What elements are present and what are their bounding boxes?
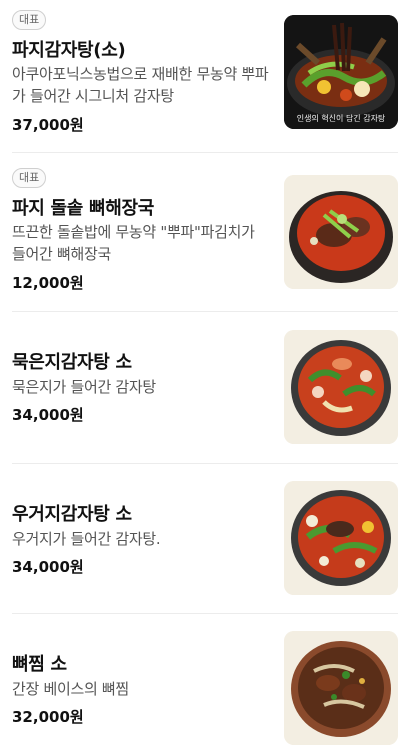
- menu-item-name: 묵은지감자탕 소: [12, 352, 132, 373]
- menu-item-ugeoji-gamjatang[interactable]: 우거지감자탕 소 우거지가 들어간 감자탕. 34,000원: [12, 474, 398, 614]
- menu-item-image[interactable]: [284, 631, 398, 745]
- menu-item-price: 12,000원: [12, 274, 84, 292]
- menu-item-price: 37,000원: [12, 116, 84, 134]
- menu-item-image[interactable]: [284, 330, 398, 444]
- menu-item-ppyeojjim[interactable]: 뼈찜 소 간장 베이스의 뼈찜 32,000원: [12, 624, 398, 754]
- menu-item-mukeunji-gamjatang[interactable]: 묵은지감자탕 소 묵은지가 들어간 감자탕 34,000원: [12, 322, 398, 464]
- menu-item-image[interactable]: [284, 175, 398, 289]
- menu-item-price: 32,000원: [12, 708, 84, 726]
- menu-item-name: 뼈찜 소: [12, 654, 67, 675]
- menu-item-image[interactable]: 인생의 혁신이 담긴 감자탕: [284, 15, 398, 129]
- menu-item-name: 파지감자탕(소): [12, 40, 126, 61]
- menu-item-description: 간장 베이스의 뼈찜: [12, 680, 129, 698]
- image-caption: 인생의 혁신이 담긴 감자탕: [297, 113, 386, 123]
- menu-item-description: 아쿠아포닉스농법으로 재배한 무농약 뿌파가 들어간 시그니처 감자탕: [12, 65, 269, 105]
- menu-item-pajigamjatang[interactable]: 대표 파지감자탕(소) 아쿠아포닉스농법으로 재배한 무농약 뿌파가 들어간 시…: [12, 8, 398, 153]
- menu-item-price: 34,000원: [12, 558, 84, 576]
- menu-item-name: 우거지감자탕 소: [12, 504, 132, 525]
- signature-badge: 대표: [12, 168, 47, 188]
- menu-item-description: 묵은지가 들어간 감자탕: [12, 378, 156, 396]
- menu-item-price: 34,000원: [12, 406, 84, 424]
- menu-item-name: 파지 돌솥 뼈해장국: [12, 198, 155, 219]
- menu-list: 대표 파지감자탕(소) 아쿠아포닉스농법으로 재배한 무농약 뿌파가 들어간 시…: [0, 0, 410, 754]
- menu-item-image[interactable]: [284, 481, 398, 595]
- menu-item-description: 우거지가 들어간 감자탕.: [12, 530, 161, 548]
- menu-item-dolsot-haejangguk[interactable]: 대표 파지 돌솥 뼈해장국 뜨끈한 돌솥밥에 무농약 "뿌파"파김치가 들어간 …: [12, 166, 398, 312]
- menu-item-description: 뜨끈한 돌솥밥에 무농약 "뿌파"파김치가 들어간 뼈해장국: [12, 223, 255, 263]
- signature-badge: 대표: [12, 10, 47, 30]
